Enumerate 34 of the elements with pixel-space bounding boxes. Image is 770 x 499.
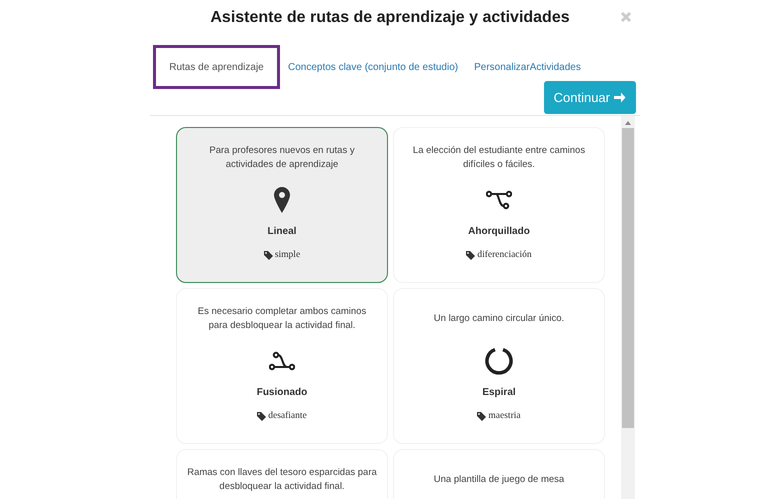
path-card[interactable]: Es necesario completar ambos caminos para desbloquear la actividad final. Fusionado desafiante bbox=[176, 288, 388, 444]
tag-icon bbox=[477, 412, 486, 420]
ring-icon bbox=[484, 346, 514, 376]
tag-label: desafiante bbox=[268, 411, 307, 421]
tab[interactable]: Rutas de aprendizaje bbox=[153, 45, 280, 89]
card-description: Es necesario completar ambos caminos para desbloquear la actividad final. bbox=[196, 305, 368, 333]
card-description: Un largo camino circular único. bbox=[434, 312, 564, 326]
card-title: Ahorquillado bbox=[468, 226, 530, 237]
tag-label: maestria bbox=[488, 411, 521, 421]
close-icon[interactable] bbox=[620, 11, 634, 25]
card-title: Espiral bbox=[482, 387, 516, 398]
card-description: Ramas con llaves del tesoro esparcidas para desbloquear la actividad final. bbox=[187, 466, 377, 494]
map-pin-icon bbox=[274, 187, 290, 213]
tag-label: simple bbox=[274, 250, 300, 260]
tag-icon bbox=[466, 250, 476, 260]
merge-path-icon bbox=[269, 351, 295, 371]
path-card[interactable]: Ramas con llaves del tesoro esparcidas para desbloquear la actividad final. bbox=[176, 449, 388, 499]
path-card[interactable]: Un largo camino circular único. Espiral maestria bbox=[393, 288, 605, 444]
path-card[interactable]: La elección del estudiante entre caminos difíciles o fáciles. Ahorquillado diferenciación bbox=[393, 127, 605, 283]
path-card[interactable]: Para profesores nuevos en rutas y actividades de aprendizaje Lineal simple bbox=[176, 127, 388, 283]
card-description: Una plantilla de juego de mesa bbox=[434, 473, 564, 487]
tab[interactable]: Conceptos clave (conjunto de estudio) bbox=[280, 45, 466, 89]
fork-path-icon bbox=[486, 190, 512, 210]
tag-icon bbox=[264, 250, 273, 260]
card-description: Para profesores nuevos en rutas y actividades de aprendizaje bbox=[208, 144, 356, 172]
scrollbar[interactable] bbox=[621, 116, 635, 499]
tag-icon bbox=[257, 412, 266, 420]
card-description: La elección del estudiante entre caminos difíciles o fáciles. bbox=[412, 144, 586, 172]
card-title: Fusionado bbox=[256, 387, 308, 398]
tag-label: diferenciación bbox=[477, 250, 532, 260]
card-title: Lineal bbox=[268, 226, 296, 237]
window-title: Asistente de rutas de aprendizaje y actividades bbox=[209, 9, 571, 27]
path-card[interactable]: Una plantilla de juego de mesa bbox=[393, 449, 605, 499]
arrow-right-icon bbox=[613, 91, 626, 104]
